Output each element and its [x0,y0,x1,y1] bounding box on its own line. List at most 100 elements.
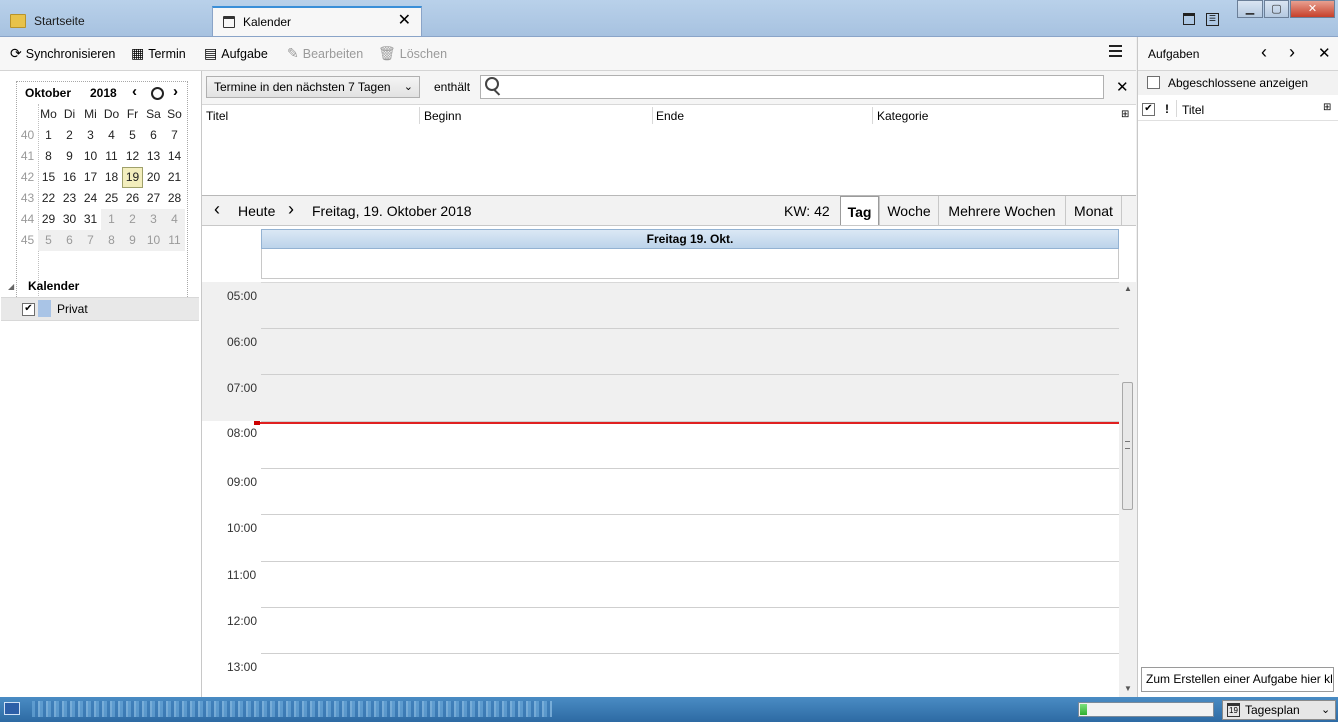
day-cell-other-month[interactable]: 11 [164,230,185,251]
prev-month-icon[interactable]: ‹ [132,83,137,100]
day-cell-other-month[interactable]: 7 [80,230,101,251]
day-cell[interactable]: 14 [164,146,185,167]
day-cell[interactable]: 13 [143,146,164,167]
day-cell[interactable]: 9 [59,146,80,167]
show-completed-checkbox[interactable] [1147,76,1160,89]
day-cell[interactable]: 12 [122,146,143,167]
day-cell[interactable]: 1 [38,125,59,146]
time-slot[interactable] [261,374,1119,421]
day-cell[interactable]: 8 [38,146,59,167]
day-cell[interactable]: 4 [101,125,122,146]
day-cell[interactable]: 10 [80,146,101,167]
synchronize-button[interactable]: ⟳ Synchronisieren [10,45,115,62]
day-cell-other-month[interactable]: 6 [59,230,80,251]
scroll-up-icon[interactable]: ▲ [1124,284,1132,293]
scrollbar-thumb[interactable] [1122,382,1133,510]
day-cell[interactable]: 27 [143,188,164,209]
day-cell-other-month[interactable]: 9 [122,230,143,251]
time-slot[interactable] [261,561,1119,607]
day-cell[interactable]: 23 [59,188,80,209]
edit-button[interactable]: ✎ Bearbeiten [287,45,363,62]
day-cell-today[interactable]: 19 [122,167,143,188]
day-cell[interactable]: 6 [143,125,164,146]
today-circle-icon[interactable] [151,87,164,100]
previous-day-icon[interactable]: ‹ [214,199,220,220]
day-cell-other-month[interactable]: 8 [101,230,122,251]
show-completed-row[interactable]: Abgeschlossene anzeigen [1138,71,1338,95]
calendar-item-privat[interactable]: ✔ Privat [1,297,199,321]
year-label[interactable]: 2018 [90,86,117,100]
day-cell[interactable]: 26 [122,188,143,209]
today-pane-button[interactable]: 19 Tagesplan ⌄ [1222,700,1336,720]
tab-week-view[interactable]: Woche [879,196,938,225]
day-cell[interactable]: 15 [38,167,59,188]
column-start[interactable]: Beginn [424,109,461,123]
today-button[interactable]: Heute [238,203,275,219]
day-cell-other-month[interactable]: 2 [122,209,143,230]
next-icon[interactable]: › [1289,42,1295,63]
calendar-mode-icon[interactable] [1183,13,1195,25]
offline-status-icon[interactable] [4,702,20,715]
day-cell[interactable]: 24 [80,188,101,209]
day-cell[interactable]: 11 [101,146,122,167]
previous-icon[interactable]: ‹ [1261,42,1267,63]
day-cell-other-month[interactable]: 5 [38,230,59,251]
all-day-area[interactable] [261,249,1119,279]
day-cell[interactable]: 17 [80,167,101,188]
day-cell[interactable]: 31 [80,209,101,230]
next-month-icon[interactable]: › [173,83,178,100]
column-title[interactable]: Titel [206,109,228,123]
time-slot[interactable] [261,328,1119,374]
column-category[interactable]: Kategorie [877,109,928,123]
tab-day-view[interactable]: Tag [840,196,879,225]
day-cell[interactable]: 29 [38,209,59,230]
day-cell[interactable]: 20 [143,167,164,188]
day-cell-other-month[interactable]: 4 [164,209,185,230]
tab-month-view[interactable]: Monat [1065,196,1122,225]
month-label[interactable]: Oktober [25,86,71,100]
day-cell[interactable]: 3 [80,125,101,146]
delete-button[interactable]: 🗑 Löschen [378,45,447,62]
day-cell[interactable]: 2 [59,125,80,146]
day-cell[interactable]: 21 [164,167,185,188]
close-pane-icon[interactable]: ✕ [1318,44,1331,62]
new-task-input[interactable]: Zum Erstellen einer Aufgabe hier kl [1141,667,1334,692]
time-slot[interactable] [261,653,1119,697]
day-cell[interactable]: 28 [164,188,185,209]
next-day-icon[interactable]: › [288,199,294,220]
event-list[interactable] [202,126,1136,196]
day-cell[interactable]: 25 [101,188,122,209]
tab-startseite[interactable]: Startseite [0,6,210,36]
maximize-button[interactable]: ▢ [1264,0,1289,18]
task-mode-icon[interactable]: ☰ [1206,13,1219,26]
time-slot[interactable] [261,468,1119,514]
collapse-triangle-icon[interactable]: ◢ [8,282,14,291]
task-title-column[interactable]: Titel [1182,103,1204,117]
new-task-button[interactable]: ▤ Aufgabe [204,45,268,62]
day-cell[interactable]: 18 [101,167,122,188]
day-cell-other-month[interactable]: 10 [143,230,164,251]
close-tab-icon[interactable]: ✕ [398,13,411,29]
close-window-button[interactable]: ✕ [1290,0,1335,18]
search-input[interactable] [480,75,1104,99]
time-slot[interactable] [261,514,1119,561]
column-picker-icon[interactable]: ⊞ [1323,102,1331,113]
new-event-button[interactable]: ▦ Termin [131,45,186,62]
time-slot[interactable] [261,607,1119,653]
day-column-header[interactable]: Freitag 19. Okt. [261,229,1119,249]
day-view-scrollbar[interactable]: ▲ ▼ [1119,282,1136,697]
tab-multiweek-view[interactable]: Mehrere Wochen [938,196,1065,225]
day-cell[interactable]: 16 [59,167,80,188]
minimize-button[interactable]: ▁ [1237,0,1263,18]
day-cell-other-month[interactable]: 1 [101,209,122,230]
time-slot[interactable] [261,282,1119,328]
event-filter-select[interactable]: Termine in den nächsten 7 Tagen ⌄ [206,76,420,98]
day-cell[interactable]: 30 [59,209,80,230]
day-cell[interactable]: 7 [164,125,185,146]
day-cell-other-month[interactable]: 3 [143,209,164,230]
day-cell[interactable]: 5 [122,125,143,146]
clear-search-icon[interactable]: ✕ [1116,78,1129,96]
time-slot[interactable] [261,421,1119,468]
priority-column[interactable]: ! [1165,102,1169,116]
tab-kalender[interactable]: Kalender ✕ [212,6,422,36]
